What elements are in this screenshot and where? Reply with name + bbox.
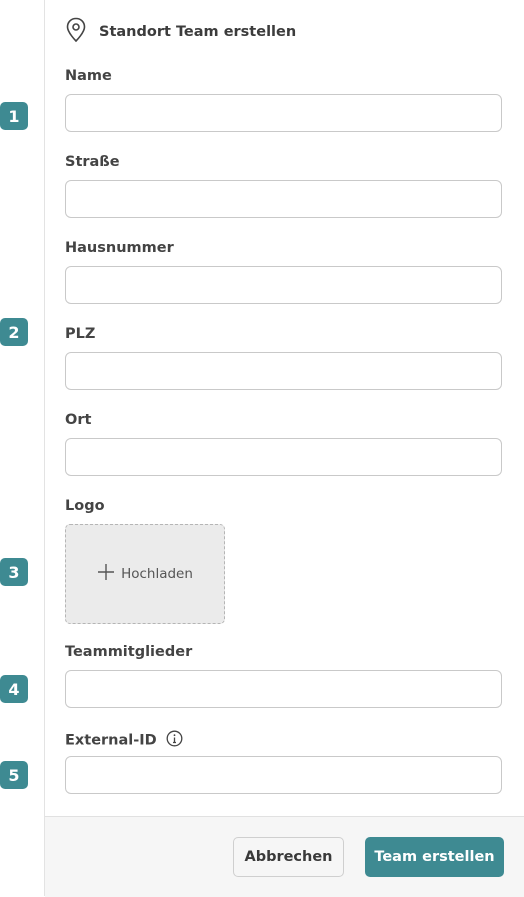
panel-header: Standort Team erstellen — [65, 17, 297, 47]
zip-label: PLZ — [65, 326, 96, 342]
create-team-button[interactable]: Team erstellen — [365, 837, 504, 877]
panel-title: Standort Team erstellen — [99, 24, 297, 40]
logo-upload-button[interactable]: Hochladen — [65, 524, 225, 624]
plus-icon — [97, 563, 121, 585]
external-id-label-row: External-ID — [65, 730, 183, 751]
marker-2: 2 — [0, 318, 28, 346]
zip-input[interactable] — [65, 352, 502, 390]
info-icon[interactable] — [166, 730, 183, 751]
city-label: Ort — [65, 412, 92, 428]
house-number-label: Hausnummer — [65, 240, 174, 256]
logo-label: Logo — [65, 498, 105, 514]
street-input[interactable] — [65, 180, 502, 218]
house-number-input[interactable] — [65, 266, 502, 304]
cancel-button[interactable]: Abbrechen — [233, 837, 344, 877]
marker-5: 5 — [0, 761, 28, 789]
external-id-label: External-ID — [65, 732, 157, 749]
marker-3: 3 — [0, 558, 28, 586]
external-id-input[interactable] — [65, 756, 502, 794]
city-input[interactable] — [65, 438, 502, 476]
marker-4: 4 — [0, 675, 28, 703]
upload-label: Hochladen — [121, 566, 193, 582]
map-pin-icon — [65, 17, 87, 47]
team-members-label: Teammitglieder — [65, 644, 193, 660]
street-label: Straße — [65, 154, 120, 170]
name-input[interactable] — [65, 94, 502, 132]
name-label: Name — [65, 68, 112, 84]
marker-1: 1 — [0, 102, 28, 130]
team-members-input[interactable] — [65, 670, 502, 708]
